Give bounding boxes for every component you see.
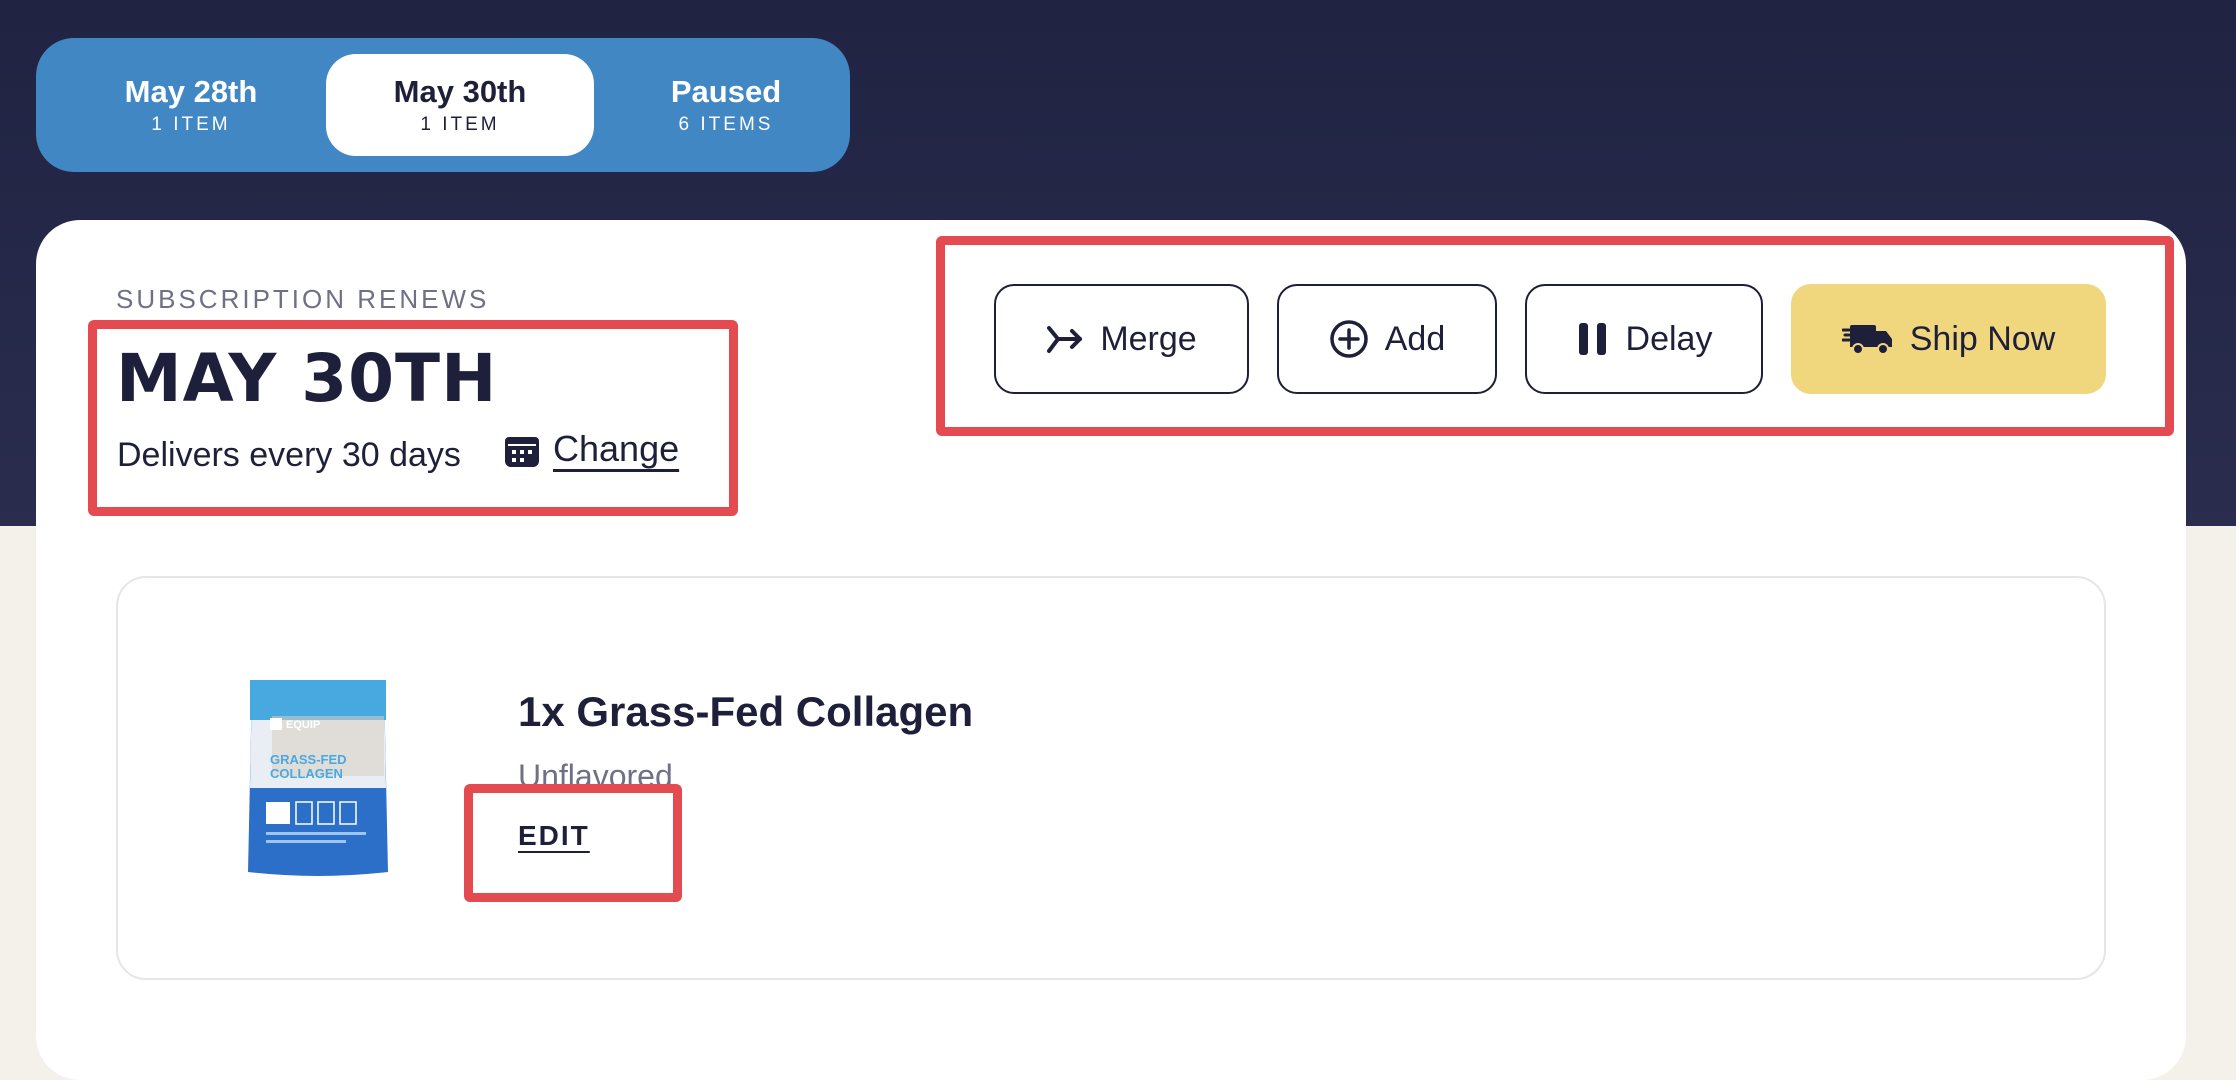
ship-now-label: Ship Now <box>1909 319 2056 358</box>
tab-item-count: 1 ITEM <box>420 113 500 135</box>
truck-icon <box>1841 325 1892 355</box>
package-brand: EQUIP <box>286 719 320 731</box>
calendar-icon <box>505 437 539 467</box>
product-title: 1x Grass-Fed Collagen <box>518 688 974 735</box>
tab-item-count: 1 ITEM <box>151 113 231 135</box>
ship-now-button[interactable]: Ship Now <box>1791 284 2106 394</box>
delivery-frequency: Delivers every 30 days <box>117 436 461 474</box>
renewal-date: MAY 30TH <box>116 340 498 417</box>
tab-label: Paused <box>670 74 782 110</box>
merge-button[interactable]: Merge <box>994 284 1249 394</box>
delay-label: Delay <box>1625 319 1713 358</box>
add-label: Add <box>1384 319 1446 358</box>
pause-icon <box>1578 323 1606 355</box>
tab-may-30th[interactable]: May 30th 1 ITEM <box>326 54 594 156</box>
tab-paused[interactable]: Paused 6 ITEMS <box>610 54 842 156</box>
product-variant: Unflavored <box>518 758 673 794</box>
shipment-tabs: May 28th 1 ITEM May 30th 1 ITEM Paused 6… <box>36 38 850 172</box>
tab-item-count: 6 ITEMS <box>678 113 774 135</box>
delay-button[interactable]: Delay <box>1525 284 1763 394</box>
package-name-line1: GRASS-FED <box>270 752 347 767</box>
tab-may-28th[interactable]: May 28th 1 ITEM <box>76 54 306 156</box>
tab-label: May 30th <box>393 74 527 110</box>
add-button[interactable]: Add <box>1277 284 1497 394</box>
tab-label: May 28th <box>124 74 258 110</box>
change-frequency-link[interactable]: Change <box>553 428 679 470</box>
plus-circle-icon <box>1330 320 1368 358</box>
renews-label: SUBSCRIPTION RENEWS <box>116 284 490 314</box>
merge-icon <box>1047 326 1083 353</box>
package-name-line2: COLLAGEN <box>270 766 343 781</box>
merge-label: Merge <box>1100 319 1197 358</box>
product-item-card <box>116 576 2106 980</box>
edit-product-link[interactable]: EDIT <box>518 820 590 852</box>
product-image: EQUIP GRASS-FED COLLAGEN <box>248 680 388 876</box>
